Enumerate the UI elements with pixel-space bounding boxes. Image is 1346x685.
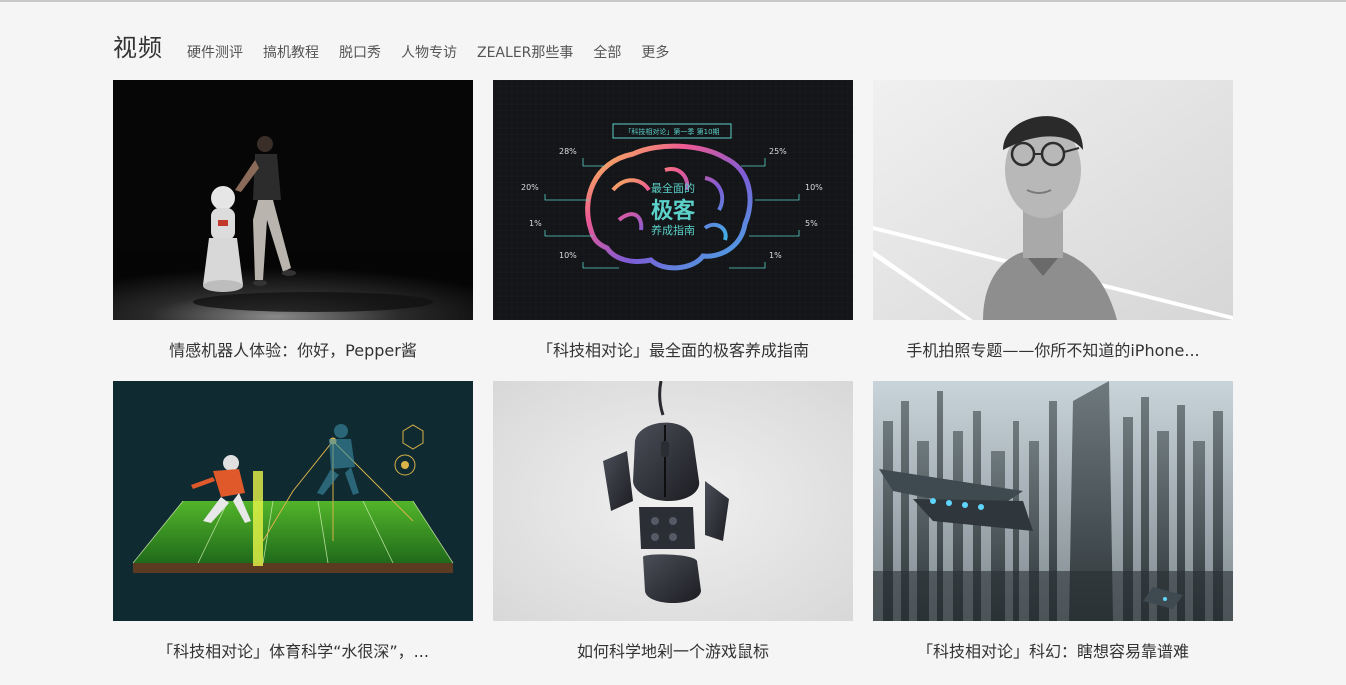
video-title[interactable]: 「科技相对论」科幻：瞎想容易靠谱难 <box>873 621 1233 685</box>
brain-left-stat: 20% <box>521 183 539 192</box>
brain-center-line2: 极客 <box>651 198 696 224</box>
video-card[interactable]: 手机拍照专题——你所不知道的iPhone... <box>873 80 1233 384</box>
video-title[interactable]: 「科技相对论」体育科学“水很深”，... <box>113 621 473 685</box>
video-card[interactable]: 「科技相对论」科幻：瞎想容易靠谱难 <box>873 381 1233 685</box>
section-header: 视频 硬件测评 搞机教程 脱口秀 人物专访 ZEALER那些事 全部 更多 <box>113 30 679 64</box>
brain-header-text: 「科技相对论」第一季 第10期 <box>624 127 719 136</box>
video-card[interactable]: 「科技相对论」体育科学“水很深”，... <box>113 381 473 685</box>
video-card[interactable]: 「科技相对论」第一季 第10期 最全面的 极客 养成指南 28% 20% 1% … <box>493 80 853 384</box>
category-zealer-stories[interactable]: ZEALER那些事 <box>477 42 573 64</box>
brain-infographic-thumbnail[interactable]: 「科技相对论」第一季 第10期 最全面的 极客 养成指南 28% 20% 1% … <box>493 80 853 320</box>
category-tutorials[interactable]: 搞机教程 <box>263 42 319 64</box>
video-title[interactable]: 如何科学地剁一个游戏鼠标 <box>493 621 853 685</box>
portrait-thumbnail[interactable] <box>873 80 1233 320</box>
video-card[interactable]: 如何科学地剁一个游戏鼠标 <box>493 381 853 685</box>
robot-thumbnail[interactable] <box>113 80 473 320</box>
category-talk-show[interactable]: 脱口秀 <box>339 42 381 64</box>
brain-right-stat: 5% <box>805 219 818 228</box>
video-title[interactable]: 情感机器人体验：你好，Pepper酱 <box>113 320 473 384</box>
brain-center-line3: 养成指南 <box>651 223 695 237</box>
video-title[interactable]: 手机拍照专题——你所不知道的iPhone... <box>873 320 1233 384</box>
brain-right-stat: 1% <box>769 251 782 260</box>
sports-field-thumbnail[interactable] <box>113 381 473 621</box>
brain-right-stat: 25% <box>769 147 787 156</box>
video-card[interactable]: 情感机器人体验：你好，Pepper酱 <box>113 80 473 384</box>
category-more[interactable]: 更多 <box>641 42 669 64</box>
brain-left-stat: 28% <box>559 147 577 156</box>
gaming-mouse-thumbnail[interactable] <box>493 381 853 621</box>
category-interviews[interactable]: 人物专访 <box>401 42 457 64</box>
scifi-city-thumbnail[interactable] <box>873 381 1233 621</box>
category-all[interactable]: 全部 <box>593 42 621 64</box>
section-title: 视频 <box>113 34 163 62</box>
category-nav: 硬件测评 搞机教程 脱口秀 人物专访 ZEALER那些事 全部 更多 <box>177 32 679 64</box>
brain-center-line1: 最全面的 <box>651 181 695 195</box>
brain-left-stat: 1% <box>529 219 542 228</box>
category-hardware-review[interactable]: 硬件测评 <box>187 42 243 64</box>
top-border <box>0 0 1346 2</box>
brain-left-stat: 10% <box>559 251 577 260</box>
brain-right-stat: 10% <box>805 183 823 192</box>
video-title[interactable]: 「科技相对论」最全面的极客养成指南 <box>493 320 853 384</box>
